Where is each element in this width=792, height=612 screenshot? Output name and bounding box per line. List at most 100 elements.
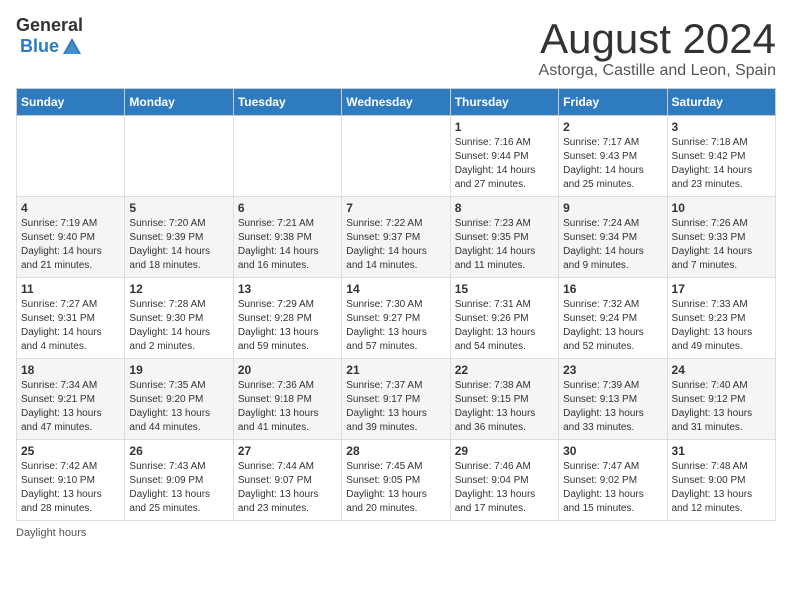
calendar-cell: 26Sunrise: 7:43 AM Sunset: 9:09 PM Dayli… [125,440,233,521]
day-number: 11 [21,282,120,296]
calendar-cell: 14 Sunrise: 7:30 AM Sunset: 9:27 PM Dayli… [342,278,450,359]
day-number: 20 [238,363,337,377]
calendar-cell: 9 Sunrise: 7:24 AM Sunset: 9:34 PM Daylig… [559,197,667,278]
calendar-cell: 20 Sunrise: 7:36 AM Sunset: 9:18 PM Dayli… [233,359,341,440]
cell-content: Sunrise: 7:19 AM Sunset: 9:40 PM Dayligh… [21,217,120,273]
cell-content: Sunrise: 7:44 AM Sunset: 9:07 PM Dayligh… [238,460,337,516]
day-number: 13 [238,282,337,296]
calendar-cell: 22 Sunrise: 7:38 AM Sunset: 9:15 PM Dayli… [450,359,558,440]
day-header-thursday: Thursday [450,89,558,116]
cell-content: Sunrise: 7:27 AM Sunset: 9:31 PM Dayligh… [21,298,120,354]
cell-content: Sunrise: 7:20 AM Sunset: 9:39 PM Dayligh… [129,217,228,273]
cell-content: Sunrise: 7:29 AM Sunset: 9:28 PM Dayligh… [238,298,337,354]
day-header-wednesday: Wednesday [342,89,450,116]
cell-content: Sunrise: 7:24 AM Sunset: 9:34 PM Dayligh… [563,217,662,273]
day-number: 18 [21,363,120,377]
cell-content: Sunrise: 7:37 AM Sunset: 9:17 PM Dayligh… [346,379,445,435]
cell-content: Sunrise: 7:30 AM Sunset: 9:27 PM Dayligh… [346,298,445,354]
cell-content: Sunrise: 7:45 AM Sunset: 9:05 PM Dayligh… [346,460,445,516]
cell-content: Sunrise: 7:46 AM Sunset: 9:04 PM Dayligh… [455,460,554,516]
day-number: 24 [672,363,771,377]
calendar-cell: 19 Sunrise: 7:35 AM Sunset: 9:20 PM Dayli… [125,359,233,440]
cell-content: Sunrise: 7:33 AM Sunset: 9:23 PM Dayligh… [672,298,771,354]
title-section: August 2024 Astorga, Castille and Leon, … [539,16,776,80]
cell-content: Sunrise: 7:42 AM Sunset: 9:10 PM Dayligh… [21,460,120,516]
calendar-cell: 28 Sunrise: 7:45 AM Sunset: 9:05 PM Dayli… [342,440,450,521]
cell-content: Sunrise: 7:34 AM Sunset: 9:21 PM Dayligh… [21,379,120,435]
cell-content: Sunrise: 7:48 AM Sunset: 9:00 PM Dayligh… [672,460,771,516]
calendar-body: 1 Sunrise: 7:16 AM Sunset: 9:44 PM Daylig… [17,116,776,521]
daylight-label: Daylight hours [16,527,776,539]
logo-icon [61,36,83,58]
week-row-5: 25Sunrise: 7:42 AM Sunset: 9:10 PM Dayli… [17,440,776,521]
cell-content: Sunrise: 7:17 AM Sunset: 9:43 PM Dayligh… [563,136,662,192]
calendar-cell: 8Sunrise: 7:23 AM Sunset: 9:35 PM Daylig… [450,197,558,278]
day-number: 22 [455,363,554,377]
calendar-cell: 5 Sunrise: 7:20 AM Sunset: 9:39 PM Daylig… [125,197,233,278]
calendar-cell [125,116,233,197]
day-header-friday: Friday [559,89,667,116]
calendar-cell: 31Sunrise: 7:48 AM Sunset: 9:00 PM Dayli… [667,440,775,521]
day-number: 6 [238,201,337,215]
day-number: 10 [672,201,771,215]
cell-content: Sunrise: 7:21 AM Sunset: 9:38 PM Dayligh… [238,217,337,273]
day-number: 5 [129,201,228,215]
cell-content: Sunrise: 7:16 AM Sunset: 9:44 PM Dayligh… [455,136,554,192]
day-number: 1 [455,120,554,134]
days-header-row: SundayMondayTuesdayWednesdayThursdayFrid… [17,89,776,116]
calendar-cell: 21 Sunrise: 7:37 AM Sunset: 9:17 PM Dayli… [342,359,450,440]
calendar-cell: 7Sunrise: 7:22 AM Sunset: 9:37 PM Daylig… [342,197,450,278]
calendar-cell: 17 Sunrise: 7:33 AM Sunset: 9:23 PM Dayli… [667,278,775,359]
calendar-cell: 23Sunrise: 7:39 AM Sunset: 9:13 PM Dayli… [559,359,667,440]
header: General Blue August 2024 Astorga, Castil… [16,16,776,80]
subtitle: Astorga, Castille and Leon, Spain [539,62,776,80]
cell-content: Sunrise: 7:38 AM Sunset: 9:15 PM Dayligh… [455,379,554,435]
calendar-cell: 27Sunrise: 7:44 AM Sunset: 9:07 PM Dayli… [233,440,341,521]
cell-content: Sunrise: 7:26 AM Sunset: 9:33 PM Dayligh… [672,217,771,273]
week-row-2: 4 Sunrise: 7:19 AM Sunset: 9:40 PM Daylig… [17,197,776,278]
calendar-cell: 15 Sunrise: 7:31 AM Sunset: 9:26 PM Dayli… [450,278,558,359]
calendar-cell: 6 Sunrise: 7:21 AM Sunset: 9:38 PM Daylig… [233,197,341,278]
calendar-cell: 13 Sunrise: 7:29 AM Sunset: 9:28 PM Dayli… [233,278,341,359]
main-title: August 2024 [539,16,776,62]
day-number: 15 [455,282,554,296]
cell-content: Sunrise: 7:40 AM Sunset: 9:12 PM Dayligh… [672,379,771,435]
day-number: 9 [563,201,662,215]
calendar-cell: 11 Sunrise: 7:27 AM Sunset: 9:31 PM Dayli… [17,278,125,359]
cell-content: Sunrise: 7:36 AM Sunset: 9:18 PM Dayligh… [238,379,337,435]
day-number: 14 [346,282,445,296]
cell-content: Sunrise: 7:35 AM Sunset: 9:20 PM Dayligh… [129,379,228,435]
cell-content: Sunrise: 7:43 AM Sunset: 9:09 PM Dayligh… [129,460,228,516]
week-row-3: 11 Sunrise: 7:27 AM Sunset: 9:31 PM Dayli… [17,278,776,359]
day-number: 17 [672,282,771,296]
day-number: 3 [672,120,771,134]
day-header-sunday: Sunday [17,89,125,116]
calendar-cell: 4 Sunrise: 7:19 AM Sunset: 9:40 PM Daylig… [17,197,125,278]
week-row-1: 1 Sunrise: 7:16 AM Sunset: 9:44 PM Daylig… [17,116,776,197]
calendar-cell: 3Sunrise: 7:18 AM Sunset: 9:42 PM Daylig… [667,116,775,197]
calendar-cell: 30Sunrise: 7:47 AM Sunset: 9:02 PM Dayli… [559,440,667,521]
day-number: 21 [346,363,445,377]
cell-content: Sunrise: 7:32 AM Sunset: 9:24 PM Dayligh… [563,298,662,354]
day-number: 23 [563,363,662,377]
day-number: 7 [346,201,445,215]
day-header-tuesday: Tuesday [233,89,341,116]
day-number: 30 [563,444,662,458]
day-number: 4 [21,201,120,215]
calendar-cell: 25Sunrise: 7:42 AM Sunset: 9:10 PM Dayli… [17,440,125,521]
day-number: 19 [129,363,228,377]
day-number: 2 [563,120,662,134]
cell-content: Sunrise: 7:31 AM Sunset: 9:26 PM Dayligh… [455,298,554,354]
day-number: 28 [346,444,445,458]
week-row-4: 18 Sunrise: 7:34 AM Sunset: 9:21 PM Dayli… [17,359,776,440]
day-number: 16 [563,282,662,296]
day-number: 12 [129,282,228,296]
calendar-cell: 12 Sunrise: 7:28 AM Sunset: 9:30 PM Dayli… [125,278,233,359]
day-number: 8 [455,201,554,215]
logo: General Blue [16,16,83,58]
calendar-cell: 16 Sunrise: 7:32 AM Sunset: 9:24 PM Dayli… [559,278,667,359]
day-header-saturday: Saturday [667,89,775,116]
calendar-cell [342,116,450,197]
logo-general: General [16,16,83,36]
cell-content: Sunrise: 7:28 AM Sunset: 9:30 PM Dayligh… [129,298,228,354]
